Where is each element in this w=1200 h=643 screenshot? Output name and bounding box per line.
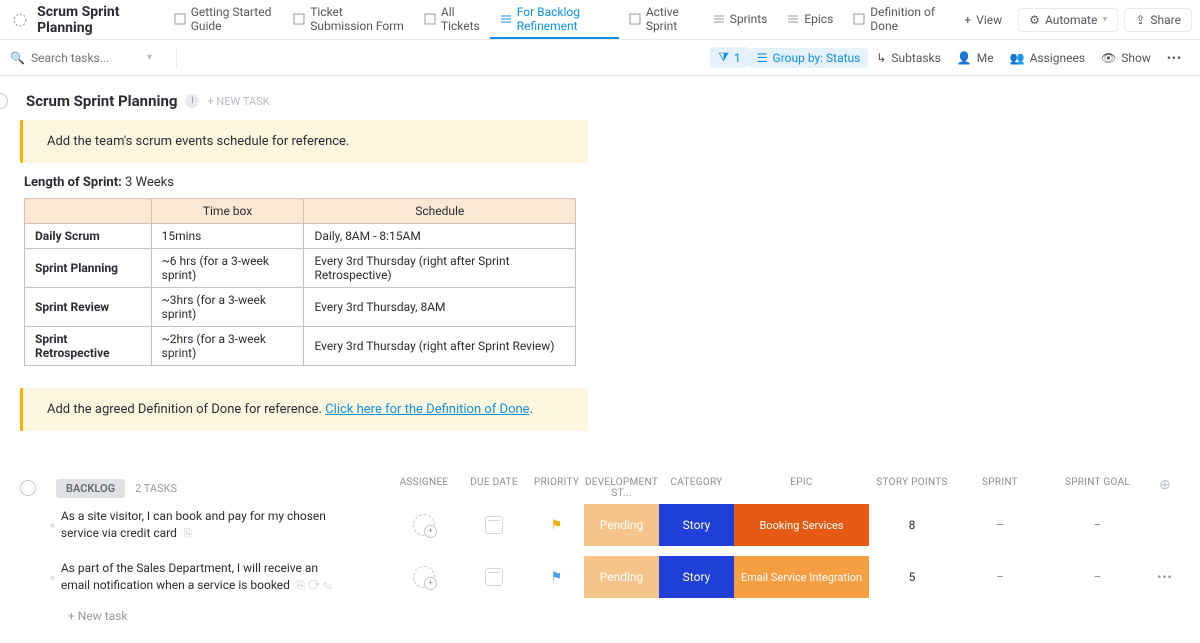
priority-cell[interactable]: ⚑: [529, 570, 584, 585]
tab-all-tickets[interactable]: All Tickets: [414, 0, 490, 39]
sprint-goal-cell[interactable]: –: [1045, 518, 1150, 532]
scrum-events-table: Time boxSchedule Daily Scrum15minsDaily,…: [24, 198, 576, 366]
task-title[interactable]: As part of the Sales Department, I will …: [61, 560, 341, 593]
definition-of-done-link[interactable]: Click here for the Definition of Done: [325, 402, 529, 417]
col-priority[interactable]: PRIORITY: [529, 477, 584, 499]
divider: [176, 48, 177, 68]
calendar-icon: [485, 516, 503, 534]
chevron-down-icon: ▾: [1102, 14, 1107, 25]
robot-icon: ⚙: [1029, 13, 1040, 27]
eye-icon: 👁: [1101, 51, 1116, 65]
category-cell[interactable]: Story: [659, 504, 734, 546]
due-date-cell[interactable]: [459, 516, 529, 534]
filter-button[interactable]: ⧩1: [710, 47, 748, 68]
task-title[interactable]: As a site visitor, I can book and pay fo…: [61, 508, 341, 541]
priority-cell[interactable]: ⚑: [529, 518, 584, 533]
avatar-placeholder-icon: [413, 514, 435, 536]
people-icon: 👥: [1010, 51, 1025, 65]
me-button[interactable]: 👤Me: [949, 48, 1002, 68]
workspace-title: Scrum Sprint Planning: [37, 4, 154, 36]
info-icon[interactable]: i: [185, 94, 199, 108]
story-points-cell[interactable]: 8: [869, 518, 955, 532]
col-epic[interactable]: EPIC: [734, 477, 869, 499]
status-group-chip[interactable]: BACKLOG: [56, 479, 125, 498]
story-points-cell[interactable]: 5: [869, 570, 955, 584]
list-collapse-toggle[interactable]: [0, 93, 8, 109]
epic-cell[interactable]: Email Service Integration: [734, 556, 869, 598]
automate-button[interactable]: ⚙Automate▾: [1018, 8, 1118, 32]
sprint-length: Length of Sprint: 3 Weeks: [24, 175, 1180, 190]
drag-handle[interactable]: ■: [50, 573, 55, 582]
due-date-cell[interactable]: [459, 568, 529, 586]
col-sprint[interactable]: SPRINT: [955, 477, 1045, 499]
tab-backlog-refinement[interactable]: For Backlog Refinement: [490, 0, 619, 39]
show-button[interactable]: 👁Show: [1093, 48, 1159, 68]
search-box[interactable]: 🔍 ▾: [10, 51, 170, 65]
epic-cell[interactable]: Booking Services: [734, 504, 869, 546]
task-row[interactable]: ■ As part of the Sales Department, I wil…: [20, 551, 1180, 603]
drag-handle[interactable]: ■: [50, 521, 55, 530]
add-column-button[interactable]: ⊕: [1150, 477, 1180, 499]
group-collapse-toggle[interactable]: [20, 480, 36, 496]
tab-definition-of-done[interactable]: Definition of Done: [843, 0, 948, 39]
col-category[interactable]: CATEGORY: [659, 477, 734, 499]
col-assignee[interactable]: ASSIGNEE: [389, 477, 459, 499]
assignee-cell[interactable]: [389, 514, 459, 536]
add-view-button[interactable]: +View: [954, 9, 1012, 31]
avatar-placeholder-icon: [413, 566, 435, 588]
task-row[interactable]: ■ As a site visitor, I can book and pay …: [20, 499, 1180, 551]
plus-icon: +: [964, 13, 971, 27]
tab-sprints[interactable]: Sprints: [703, 0, 778, 39]
col-sprint-goal[interactable]: SPRINT GOAL: [1045, 477, 1150, 499]
task-meta-icon: ⎘: [181, 527, 193, 540]
row-more-menu[interactable]: •••: [1150, 570, 1180, 584]
list-title: Scrum Sprint Planning: [26, 92, 177, 110]
tab-active-sprint[interactable]: Active Sprint: [619, 0, 703, 39]
dev-status-cell[interactable]: Pending: [584, 556, 659, 598]
flag-icon: ⚑: [551, 570, 563, 585]
chevron-down-icon[interactable]: ▾: [147, 52, 152, 63]
tab-getting-started[interactable]: Getting Started Guide: [164, 0, 284, 39]
sprint-cell[interactable]: –: [955, 570, 1045, 584]
stack-icon: ☰: [757, 51, 768, 65]
group-by-button[interactable]: ☰Group by: Status: [749, 48, 869, 68]
filter-icon: ⧩: [718, 50, 729, 65]
calendar-icon: [485, 568, 503, 586]
task-meta-icon: ⎘ ⟳ ✎: [294, 579, 333, 592]
sprint-cell[interactable]: –: [955, 518, 1045, 532]
subtasks-button[interactable]: ↳Subtasks: [868, 48, 948, 68]
assignees-button[interactable]: 👥Assignees: [1002, 48, 1093, 68]
person-icon: 👤: [957, 51, 972, 65]
category-cell[interactable]: Story: [659, 556, 734, 598]
workspace-settings-icon[interactable]: [8, 6, 31, 34]
share-icon: ⇪: [1135, 13, 1145, 27]
tab-epics[interactable]: Epics: [777, 0, 843, 39]
callout-events: Add the team's scrum events schedule for…: [20, 120, 588, 163]
col-dev-status[interactable]: DEVELOPMENT ST...: [584, 477, 659, 499]
new-task-header-button[interactable]: + NEW TASK: [207, 95, 269, 108]
col-story-points[interactable]: STORY POINTS: [869, 477, 955, 499]
search-icon: 🔍: [10, 51, 25, 65]
tab-ticket-submission[interactable]: Ticket Submission Form: [283, 0, 414, 39]
callout-dod: Add the agreed Definition of Done for re…: [20, 388, 588, 431]
group-task-count: 2 TASKS: [135, 482, 177, 495]
dev-status-cell[interactable]: Pending: [584, 504, 659, 546]
view-tabs: Getting Started Guide Ticket Submission …: [164, 0, 949, 39]
new-task-button[interactable]: + New task: [20, 603, 1180, 623]
sprint-goal-cell[interactable]: –: [1045, 570, 1150, 584]
search-input[interactable]: [31, 51, 141, 65]
share-button[interactable]: ⇪Share: [1124, 8, 1192, 32]
col-due-date[interactable]: DUE DATE: [459, 477, 529, 499]
subtask-icon: ↳: [876, 51, 886, 65]
flag-icon: ⚑: [551, 518, 563, 533]
more-menu[interactable]: •••: [1159, 48, 1190, 68]
assignee-cell[interactable]: [389, 566, 459, 588]
